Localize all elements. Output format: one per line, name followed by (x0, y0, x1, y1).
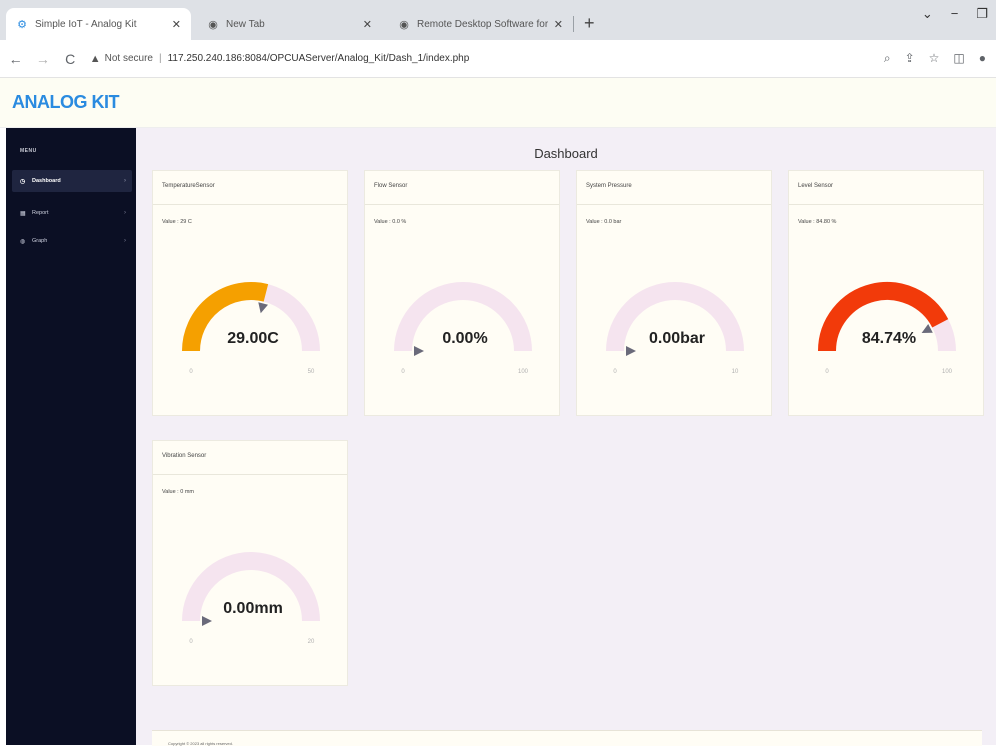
card-value-text: Value : 29 C (162, 219, 192, 225)
page-title: Dashboard (534, 146, 598, 161)
card-value-text: Value : 0.0 % (374, 219, 407, 225)
card-title: Vibration Sensor (153, 441, 347, 475)
sidebar-item-label: Graph (32, 238, 48, 244)
tab-title: Remote Desktop Software for Wi (417, 18, 548, 30)
sidebar-item-dashboard[interactable]: ◷ Dashboard › (12, 170, 132, 192)
close-icon[interactable]: ✕ (363, 18, 372, 31)
gauge-value-label: 0.00mm (223, 600, 283, 617)
window-controls: ⌄ − ❐ (922, 6, 996, 22)
chrome-icon: ◉ (208, 18, 218, 31)
sidebar-item-label: Report (32, 210, 49, 216)
report-icon: ▦ (20, 210, 26, 217)
tab-title: New Tab (226, 18, 265, 30)
card-value-text: Value : 0.0 bar (586, 219, 622, 225)
gauge-needle (626, 346, 636, 356)
restore-icon[interactable]: ❐ (976, 6, 988, 22)
reload-icon[interactable]: C (59, 51, 82, 67)
brand-logo[interactable]: ANALOG KIT (12, 92, 120, 113)
chevron-right-icon: › (124, 238, 126, 244)
close-icon[interactable]: ✕ (554, 18, 563, 31)
gauge-max-label: 50 (308, 369, 315, 375)
gauge-value-label: 84.74% (862, 330, 916, 347)
gauge-vibration: 0.00mm 0 20 (182, 552, 320, 645)
gauge-value-label: 0.00% (442, 330, 487, 347)
sidebar-item-label: Dashboard (32, 178, 61, 184)
footer-text: Copyright © 2023 all rights reserved. (168, 741, 233, 746)
sidebar-toggle-icon[interactable]: ◫ (953, 51, 964, 66)
share-icon[interactable]: ⇪ (905, 51, 915, 66)
card-value-text: Value : 84.80 % (798, 219, 837, 225)
sidebar-item-report[interactable]: ▦ Report › (12, 202, 132, 224)
gauge-min-label: 0 (825, 369, 829, 375)
new-tab-icon[interactable]: + (584, 13, 595, 34)
gauge-card-pressure: System Pressure Value : 0.0 bar 0.00bar 0… (576, 170, 772, 416)
chevron-down-icon[interactable]: ⌄ (922, 6, 933, 22)
card-title: System Pressure (577, 171, 771, 205)
gauge-temperature: 29.00C 0 50 (182, 282, 320, 375)
gauge-needle (202, 616, 212, 626)
gauge-card-flow: Flow Sensor Value : 0.0 % 0.00% 0 100 (364, 170, 560, 416)
gauge-pressure: 0.00bar 0 10 (606, 282, 744, 375)
address-divider: | (159, 53, 162, 64)
main-content: Dashboard TemperatureSensor Value : 29 C… (136, 128, 996, 746)
sidebar: MENU ◷ Dashboard › ▦ Report › ◍ Graph › (6, 128, 136, 745)
url-text: 117.250.240.186:8084/OPCUAServer/Analog_… (167, 53, 470, 64)
security-label: Not secure (104, 53, 153, 64)
toolbar-icons: ⌕ ⇪ ☆ ◫ ● (884, 51, 986, 66)
browser-tab[interactable]: ⚙ Simple IoT - Analog Kit ✕ (6, 8, 191, 40)
gauge-min-label: 0 (189, 369, 193, 375)
gauge-min-label: 0 (401, 369, 405, 375)
gauge-max-label: 10 (732, 369, 739, 375)
tab-divider (573, 16, 574, 32)
profile-icon[interactable]: ● (979, 51, 986, 66)
zoom-icon[interactable]: ⌕ (884, 51, 891, 66)
browser-toolbar: ← → C ▲ Not secure | 117.250.240.186:808… (0, 40, 996, 78)
gauge-needle (258, 302, 268, 314)
close-icon[interactable]: ✕ (172, 18, 181, 31)
card-title: Level Sensor (789, 171, 983, 205)
menu-title: MENU (20, 148, 37, 154)
sidebar-item-graph[interactable]: ◍ Graph › (12, 230, 132, 252)
gauge-card-temperature: TemperatureSensor Value : 29 C 29.00C 0 50 (152, 170, 348, 416)
gauge-max-label: 20 (308, 639, 315, 645)
graph-icon: ◍ (20, 238, 26, 245)
app-icon: ⚙ (17, 18, 27, 31)
app-header: ANALOG KIT (0, 78, 996, 128)
gauge-max-label: 100 (518, 369, 529, 375)
chevron-right-icon: › (124, 210, 126, 216)
card-title: TemperatureSensor (153, 171, 347, 205)
gauge-needle (414, 346, 424, 356)
gauge-level: 84.74% 0 100 (818, 282, 956, 375)
minimize-icon[interactable]: − (951, 6, 959, 22)
chrome-icon: ◉ (399, 18, 409, 31)
gauge-value-label: 29.00C (227, 330, 279, 347)
warning-icon: ▲ (89, 52, 101, 65)
footer: Copyright © 2023 all rights reserved. (152, 730, 982, 746)
forward-icon[interactable]: → (31, 51, 54, 67)
browser-tab[interactable]: ◉ New Tab ✕ (197, 8, 382, 40)
card-title: Flow Sensor (365, 171, 559, 205)
gauge-flow: 0.00% 0 100 (394, 282, 532, 375)
chevron-right-icon: › (124, 178, 126, 184)
gauge-min-label: 0 (189, 639, 193, 645)
browser-tab-bar: ⚙ Simple IoT - Analog Kit ✕ ◉ New Tab ✕ … (0, 0, 996, 40)
star-icon[interactable]: ☆ (929, 51, 940, 66)
back-icon[interactable]: ← (4, 51, 27, 67)
tab-title: Simple IoT - Analog Kit (35, 18, 137, 30)
gauge-card-level: Level Sensor Value : 84.80 % 84.74% 0 100 (788, 170, 984, 416)
card-value-text: Value : 0 mm (162, 489, 194, 495)
gauge-min-label: 0 (613, 369, 617, 375)
browser-tab[interactable]: ◉ Remote Desktop Software for Wi ✕ (388, 8, 573, 40)
dashboard-icon: ◷ (20, 178, 26, 185)
gauge-card-vibration: Vibration Sensor Value : 0 mm 0.00mm 0 20 (152, 440, 348, 686)
gauge-value-label: 0.00bar (649, 330, 705, 347)
gauge-max-label: 100 (942, 369, 953, 375)
address-bar[interactable]: ▲ Not secure | 117.250.240.186:8084/OPCU… (90, 46, 884, 72)
